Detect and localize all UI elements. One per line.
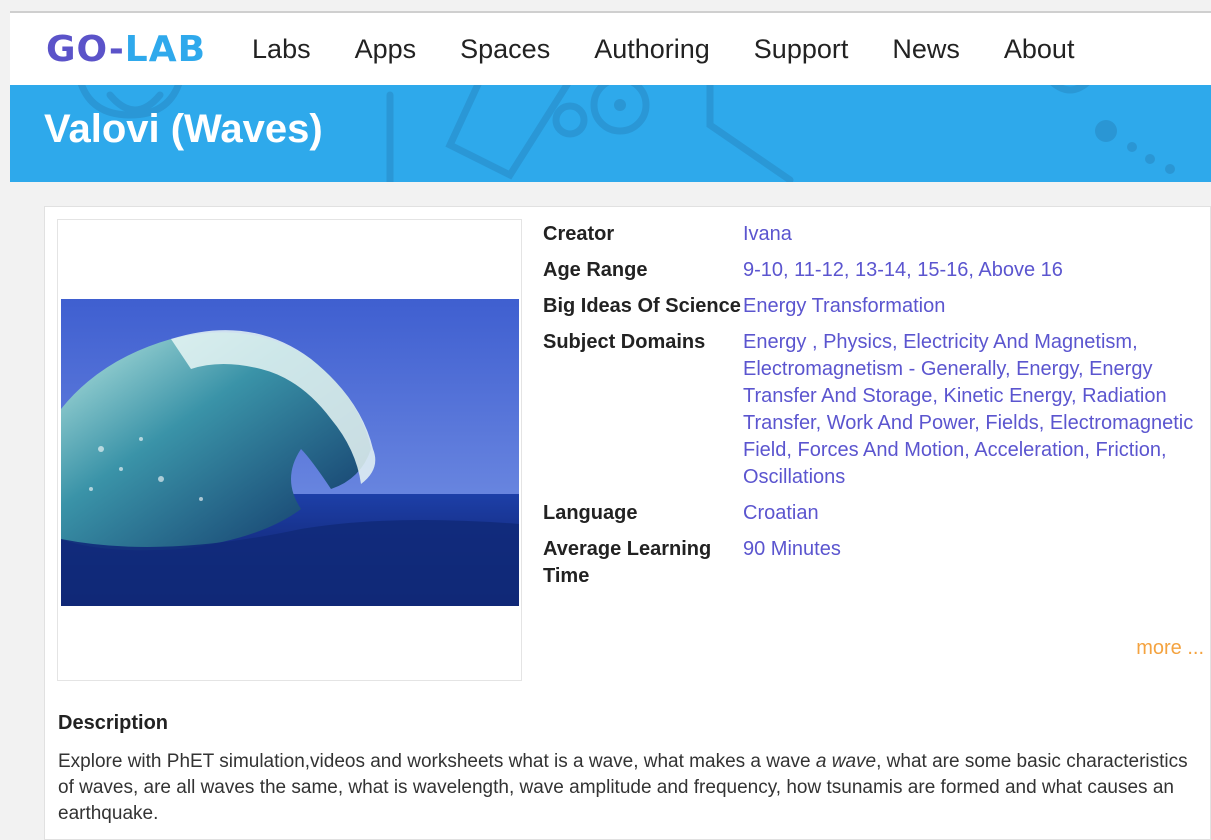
subject-link[interactable]: Forces And Motion — [797, 439, 964, 461]
learning-time-link[interactable]: 90 Minutes — [743, 538, 841, 560]
meta-row-creator: Creator Ivana — [543, 221, 1208, 248]
metadata-table: Creator Ivana Age Range 9-10, 11-12, 13-… — [543, 221, 1208, 599]
meta-row-subjects: Subject Domains Energy , Physics, Electr… — [543, 329, 1208, 491]
meta-row-age: Age Range 9-10, 11-12, 13-14, 15-16, Abo… — [543, 257, 1208, 284]
age-link[interactable]: 13-14 — [855, 259, 906, 281]
nav-about[interactable]: About — [1004, 34, 1075, 65]
page-title: Valovi (Waves) — [44, 107, 323, 151]
subject-domains-label: Subject Domains — [543, 331, 706, 353]
language-link[interactable]: Croatian — [743, 502, 819, 524]
age-range-label: Age Range — [543, 259, 648, 281]
meta-row-time: Average Learning Time 90 Minutes — [543, 536, 1208, 590]
go-lab-logo[interactable]: GO-LAB — [46, 29, 206, 70]
subject-link[interactable]: Physics — [823, 331, 892, 353]
subject-link[interactable]: Oscillations — [743, 466, 845, 488]
age-link[interactable]: 9-10 — [743, 259, 783, 281]
wave-image — [61, 299, 519, 606]
nav-spaces[interactable]: Spaces — [460, 34, 550, 65]
subject-link[interactable]: Work And Power — [827, 412, 974, 434]
subject-link[interactable]: Electromagnetism - Generally — [743, 358, 1005, 380]
subject-link[interactable]: Kinetic Energy — [944, 385, 1071, 407]
subject-link[interactable]: Acceleration — [974, 439, 1084, 461]
nav-authoring[interactable]: Authoring — [594, 34, 710, 65]
subject-link[interactable]: Energy — [1016, 358, 1078, 380]
meta-row-language: Language Croatian — [543, 500, 1208, 527]
subject-domains-list: Energy , Physics, Electricity And Magnet… — [743, 331, 1194, 488]
creator-label: Creator — [543, 223, 615, 245]
nav-news[interactable]: News — [892, 34, 960, 65]
meta-row-big-ideas: Big Ideas Of Science Energy Transformati… — [543, 293, 1208, 320]
space-detail-card: Creator Ivana Age Range 9-10, 11-12, 13-… — [44, 206, 1211, 840]
navbar: GO-LAB Labs Apps Spaces Authoring Suppor… — [10, 13, 1211, 85]
age-link[interactable]: 15-16 — [917, 259, 968, 281]
learning-time-label: Average Learning Time — [543, 538, 712, 587]
description-text: Explore with PhET simulation,videos and … — [58, 751, 1188, 824]
age-link[interactable]: 11-12 — [794, 259, 844, 281]
age-link[interactable]: Above 16 — [978, 259, 1063, 281]
nav-labs[interactable]: Labs — [252, 34, 311, 65]
subject-link[interactable]: Friction — [1095, 439, 1161, 461]
age-range-list: 9-10, 11-12, 13-14, 15-16, Above 16 — [743, 259, 1063, 281]
nav-apps[interactable]: Apps — [355, 34, 417, 65]
nav-support[interactable]: Support — [754, 34, 849, 65]
description-heading: Description — [58, 712, 169, 734]
language-label: Language — [543, 502, 638, 524]
subject-link[interactable]: Fields — [985, 412, 1038, 434]
more-link[interactable]: more ... — [1136, 637, 1204, 660]
subject-link[interactable]: Electricity And Magnetism — [903, 331, 1132, 353]
nav-links: Labs Apps Spaces Authoring Support News … — [230, 34, 1096, 65]
big-ideas-link[interactable]: Energy Transformation — [743, 295, 945, 317]
space-thumbnail[interactable] — [57, 219, 522, 681]
title-banner: Valovi (Waves) — [10, 85, 1211, 182]
big-ideas-label: Big Ideas Of Science — [543, 295, 741, 317]
subject-link[interactable]: Energy — [743, 331, 812, 353]
creator-link[interactable]: Ivana — [743, 223, 792, 245]
